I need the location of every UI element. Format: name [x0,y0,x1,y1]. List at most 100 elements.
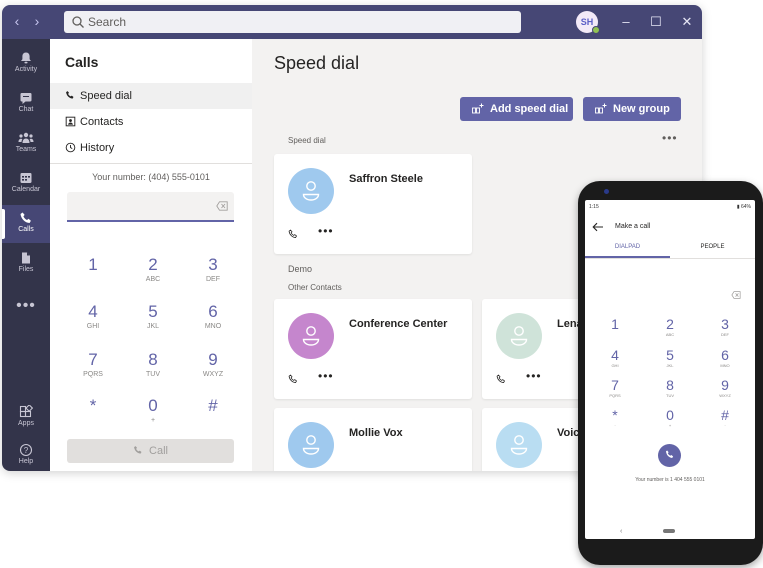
phone-dialpad-key[interactable]: 7 PQRS [603,378,627,399]
dialpad-key-letters: JKL [146,323,160,330]
back-arrow-icon[interactable] [592,222,604,232]
phone-key-digit: 1 [611,316,619,332]
back-arrow-icon[interactable]: ‹ [10,13,24,29]
dialpad-key[interactable]: # [193,396,233,426]
rail-apps[interactable]: Apps [2,399,50,437]
new-group-button[interactable]: New group [583,97,681,121]
rail-activity[interactable]: Activity [2,45,50,83]
phone-key-letters: GHI [611,363,619,368]
dialpad-key[interactable]: 9 WXYZ [193,350,233,380]
phone-dialpad-key[interactable]: 6 MNO [713,348,737,369]
dialpad-key[interactable]: 3 DEF [193,255,233,285]
dialpad-key[interactable]: 4 GHI [73,302,113,332]
backspace-icon[interactable] [731,291,741,299]
more-apps-icon[interactable]: ••• [2,297,50,315]
rail-label-help: Help [18,458,34,465]
dialpad-key[interactable]: 8 TUV [133,350,173,380]
phone-dialpad-key[interactable]: 1 [603,317,627,338]
close-button[interactable]: ✕ [679,14,695,30]
dialpad-key[interactable]: * [73,396,113,426]
phone-dialpad-key[interactable]: 8 TUV [658,378,682,399]
android-home-icon[interactable] [663,529,675,533]
rail-label-apps: Apps [18,420,34,427]
phone-icon [66,91,74,99]
section-label-speed-dial: Speed dial [288,136,326,145]
dialpad-key-digit: 4 [88,302,98,321]
dialpad-key-letters [193,416,233,426]
phone-key-digit: 7 [611,377,619,393]
contact-name: Saffron Steele [349,173,423,185]
rail-chat[interactable]: Chat [2,85,50,123]
phone-dialpad-key[interactable]: 2 ABC [658,317,682,338]
dialpad-key[interactable]: 0 + [133,396,173,426]
contact-name: Voic [557,427,580,439]
presence-status-icon [592,26,600,34]
user-avatar[interactable]: SH [576,11,600,34]
rail-teams[interactable]: Teams [2,125,50,163]
rail-label-files: Files [18,266,34,273]
contact-avatar [288,168,334,214]
group-label-demo: Demo [288,264,313,274]
forward-arrow-icon[interactable]: › [30,13,44,29]
contact-avatar [288,422,334,468]
dialpad-key[interactable]: 2 ABC [133,255,173,285]
nav-contacts[interactable]: Contacts [50,109,252,135]
rail-files[interactable]: Files [2,245,50,283]
call-contact-icon[interactable] [288,226,298,244]
dialpad-key[interactable]: 7 PQRS [73,350,113,380]
call-contact-icon[interactable] [288,371,298,389]
dialpad-key-digit: # [208,396,218,415]
nav-speed-dial[interactable]: Speed dial [50,83,252,109]
search-input[interactable]: Search [64,11,521,33]
phone-dialpad-key[interactable]: 3 DEF [713,317,737,338]
backspace-icon[interactable] [216,201,228,211]
dialpad-key-letters [73,275,113,285]
call-contact-icon[interactable] [496,371,506,389]
phone-dialpad-key[interactable]: # · [713,408,737,429]
tab-people[interactable]: PEOPLE [670,244,755,250]
phone-time: 1:15 [589,204,599,210]
maximize-button[interactable]: ☐ [648,14,664,30]
rail-calls[interactable]: Calls [2,205,50,243]
contact-card[interactable]: Mollie Vox••• [274,408,472,471]
rail-label-teams: Teams [15,146,37,153]
contact-card[interactable]: Conference Center ••• [274,299,472,399]
phone-dialpad-key[interactable]: 9 WXYZ [713,378,737,399]
phone-key-digit: 4 [611,347,619,363]
add-contact-icon [472,103,484,114]
dialpad-key-letters: MNO [204,323,222,330]
phone-dialpad-key[interactable]: 4 GHI [603,348,627,369]
contact-card[interactable]: Saffron Steele ••• [274,154,472,254]
nav-speed-dial-label: Speed dial [80,90,132,102]
minimize-button[interactable]: – [618,14,634,30]
phone-dialpad-key[interactable]: 5 JKL [658,348,682,369]
nav-history[interactable]: History [50,135,252,161]
tab-dialpad[interactable]: DIALPAD [585,244,670,250]
phone-key-letters: TUV [666,393,674,398]
add-speed-dial-button[interactable]: Add speed dial [460,97,573,121]
dialpad-key[interactable]: 6 MNO [193,302,233,332]
contact-more-icon[interactable]: ••• [318,224,334,238]
contact-more-icon[interactable]: ••• [526,369,542,383]
phone-key-digit: * [612,407,618,423]
call-button[interactable]: Call [67,439,234,463]
rail-calendar[interactable]: Calendar [2,165,50,203]
rail-help[interactable]: ? Help [2,437,50,471]
phone-call-button[interactable] [658,444,681,467]
dialpad-key-letters: DEF [206,276,220,283]
dialpad-key[interactable]: 1 [73,255,113,285]
help-icon: ? [19,443,33,457]
calls-title: Calls [65,54,99,70]
dialpad-key[interactable]: 5 JKL [133,302,173,332]
more-options-icon[interactable]: ••• [662,131,678,145]
dial-number-input[interactable] [67,192,234,222]
phone-key-digit: 3 [721,316,729,332]
android-back-icon[interactable]: ‹ [620,528,622,535]
dialpad-key-letters: WXYZ [202,371,224,378]
nav-history-label: History [80,142,115,154]
phone-dialpad-key[interactable]: 0 + [658,408,682,429]
dialpad-key-digit: 5 [148,302,158,321]
contact-more-icon[interactable]: ••• [318,369,334,383]
section-label-other-contacts: Other Contacts [288,283,342,292]
phone-dialpad-key[interactable]: * · [603,408,627,429]
